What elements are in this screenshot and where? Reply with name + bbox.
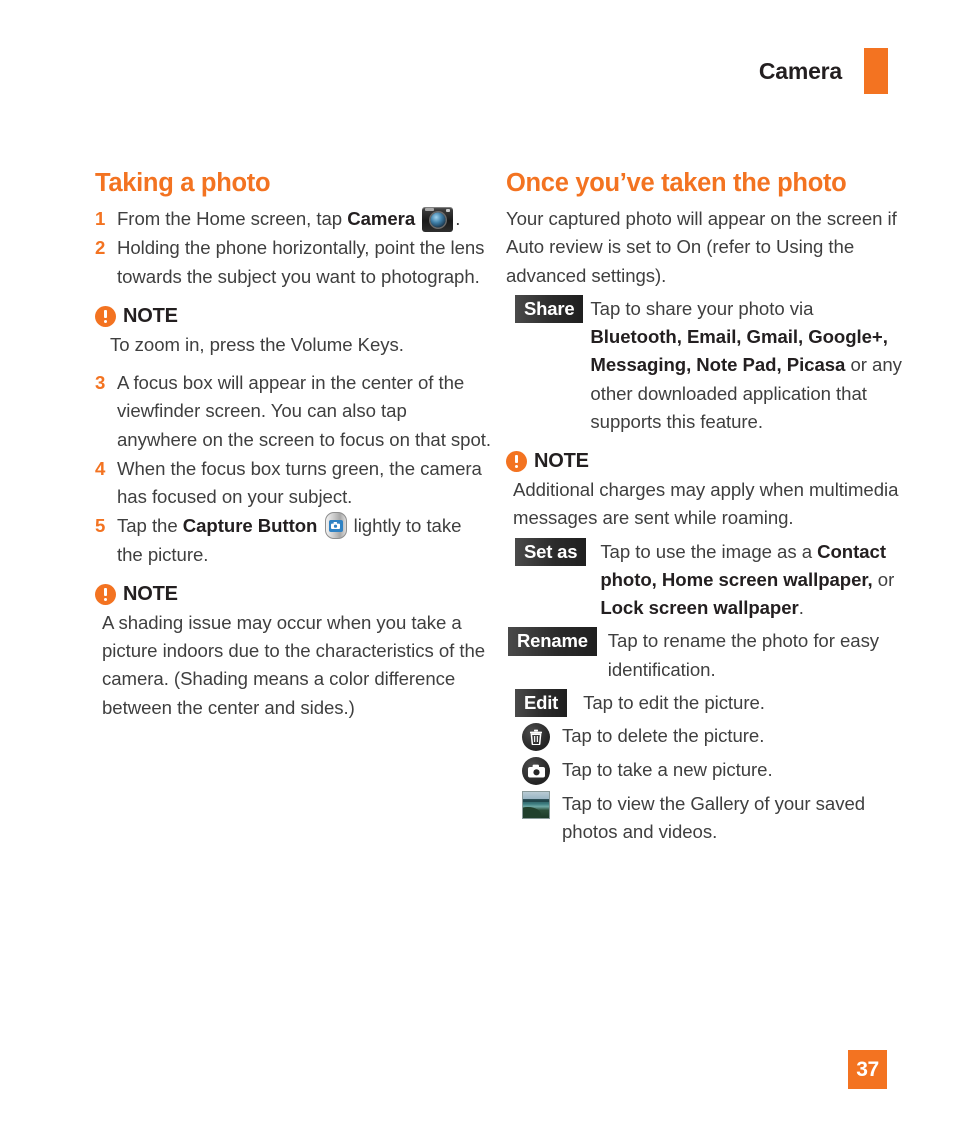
note-exclamation-icon bbox=[506, 451, 527, 473]
note-body: To zoom in, press the Volume Keys. bbox=[110, 333, 404, 355]
page-columns: Taking a photo 1 From the Home screen, ta… bbox=[0, 168, 954, 847]
delete-option-row: Tap to delete the picture. bbox=[506, 722, 903, 752]
taking-photo-step-list-continued: 3 A focus box will appear in the center o… bbox=[95, 369, 492, 569]
gallery-description: Tap to view the Gallery of your saved ph… bbox=[562, 793, 866, 843]
header-accent-bar bbox=[864, 48, 888, 94]
camera-circle-icon[interactable] bbox=[522, 757, 550, 786]
edit-option-row: Edit Tap to edit the picture. bbox=[506, 688, 903, 718]
step-number: 5 bbox=[95, 515, 106, 537]
step-number: 3 bbox=[95, 372, 106, 394]
right-intro-paragraph: Your captured photo will appear on the s… bbox=[506, 208, 897, 286]
rename-badge[interactable]: Rename bbox=[508, 627, 597, 656]
right-section-heading: Once you’ve taken the photo bbox=[506, 169, 847, 197]
step-item: 4 When the focus box turns green, the cam… bbox=[95, 455, 492, 512]
note-label: NOTE bbox=[534, 450, 589, 473]
note-exclamation-icon bbox=[95, 305, 116, 327]
note-heading: NOTE bbox=[506, 450, 903, 473]
step-number: 1 bbox=[95, 208, 106, 230]
step-text: Holding the phone horizontally, point th… bbox=[117, 237, 485, 287]
gallery-option-row: Tap to view the Gallery of your saved ph… bbox=[506, 790, 903, 847]
share-app-list: Bluetooth, Email, Gmail, Google+, Messag… bbox=[590, 326, 888, 376]
rename-description: Tap to rename the photo for easy identif… bbox=[607, 630, 880, 680]
note-label: NOTE bbox=[123, 582, 178, 605]
delete-description: Tap to delete the picture. bbox=[562, 725, 765, 747]
trash-icon[interactable] bbox=[522, 723, 550, 752]
note-heading: NOTE bbox=[95, 305, 492, 328]
set-as-text-tail: . bbox=[798, 597, 804, 619]
note-body: A shading issue may occur when you take … bbox=[102, 611, 486, 718]
step-text: A focus box will appear in the center of… bbox=[117, 372, 491, 450]
step-item: 2 Holding the phone horizontally, point t… bbox=[95, 234, 492, 291]
camera-icon bbox=[422, 207, 454, 233]
step-number: 2 bbox=[95, 237, 106, 259]
step-number: 4 bbox=[95, 457, 106, 479]
step-text: When the focus box turns green, the came… bbox=[117, 457, 482, 508]
capture-button-icon bbox=[324, 512, 347, 540]
set-as-badge[interactable]: Set as bbox=[515, 537, 587, 566]
set-as-option-row: Set as Tap to use the image as a Contact… bbox=[506, 537, 903, 623]
new-picture-option-row: Tap to take a new picture. bbox=[506, 756, 903, 786]
header-title: Camera bbox=[758, 57, 842, 84]
set-as-text-lead: Tap to use the image as a bbox=[600, 540, 818, 562]
step-text: From the Home screen, tap bbox=[117, 208, 348, 230]
note-label: NOTE bbox=[123, 304, 178, 327]
left-column: Taking a photo 1 From the Home screen, ta… bbox=[95, 168, 492, 847]
step-item: 1 From the Home screen, tap Camera . bbox=[95, 205, 492, 233]
gallery-thumbnail-icon[interactable] bbox=[522, 791, 550, 820]
edit-description: Tap to edit the picture. bbox=[583, 691, 765, 713]
step-bold-term: Capture Button bbox=[182, 515, 318, 537]
share-description: Tap to share your photo via Bluetooth, E… bbox=[590, 295, 903, 436]
set-as-bold-two: Lock screen wallpaper bbox=[600, 597, 799, 619]
page-number: 37 bbox=[848, 1050, 887, 1089]
share-text-lead: Tap to share your photo via bbox=[590, 297, 814, 319]
set-as-description: Tap to use the image as a Contact photo,… bbox=[600, 538, 903, 623]
share-option-row: Share Tap to share your photo via Blueto… bbox=[506, 294, 903, 436]
step-item: 5 Tap the Capture Button lightly to take … bbox=[95, 512, 492, 569]
rename-option-row: Rename Tap to rename the photo for easy … bbox=[506, 627, 903, 684]
right-column: Once you’ve taken the photo Your capture… bbox=[506, 168, 903, 847]
step-text: Tap the bbox=[117, 515, 183, 537]
page-header: Camera bbox=[759, 48, 888, 94]
set-as-text-mid: or bbox=[872, 568, 895, 590]
step-item: 3 A focus box will appear in the center o… bbox=[95, 369, 492, 454]
edit-badge[interactable]: Edit bbox=[515, 688, 568, 718]
left-section-heading: Taking a photo bbox=[95, 169, 271, 197]
note-heading: NOTE bbox=[95, 583, 492, 606]
taking-photo-step-list: 1 From the Home screen, tap Camera . 2 Hol… bbox=[95, 205, 492, 291]
share-badge[interactable]: Share bbox=[515, 294, 584, 324]
step-bold-term: Camera bbox=[347, 208, 416, 230]
note-exclamation-icon bbox=[95, 583, 116, 605]
note-body: Additional charges may apply when multim… bbox=[513, 479, 899, 529]
step-text-after: . bbox=[455, 208, 461, 230]
new-picture-description: Tap to take a new picture. bbox=[562, 759, 773, 781]
